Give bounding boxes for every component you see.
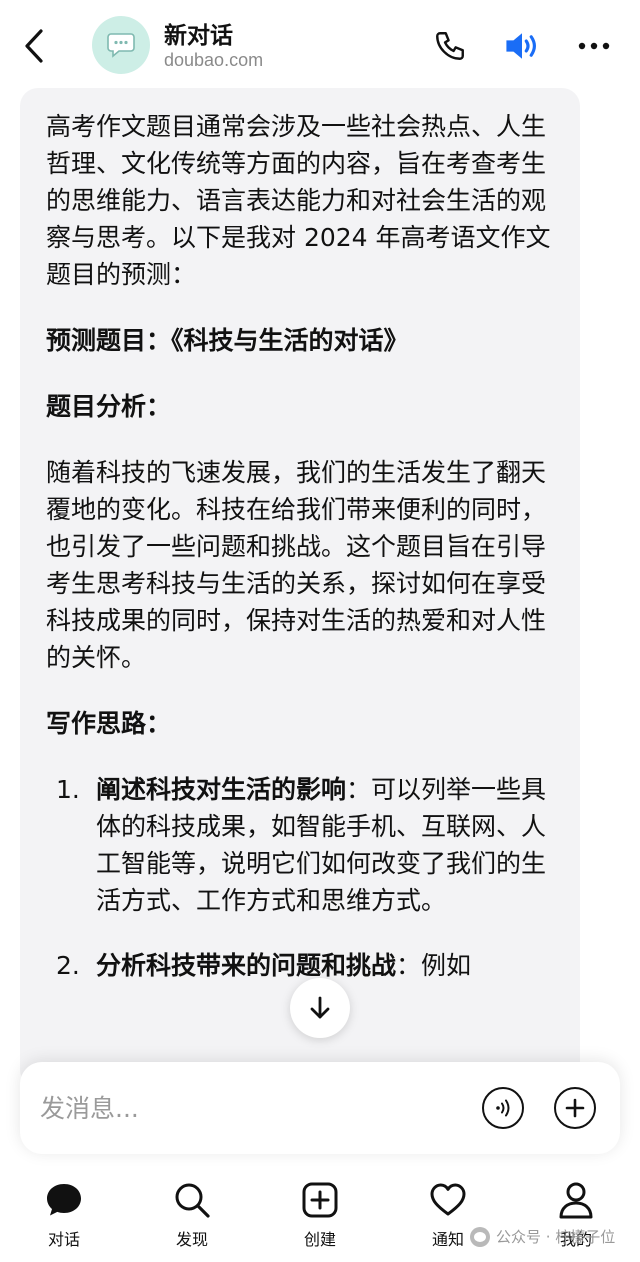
nav-item-discover[interactable]: 发现 — [152, 1176, 232, 1256]
list-item: 2. 分析科技带来的问题和挑战：例如 — [46, 947, 558, 984]
search-icon — [175, 1183, 210, 1218]
chat-icon — [47, 1184, 81, 1216]
plus-icon — [565, 1098, 585, 1118]
list-number: 2. — [56, 951, 80, 980]
intro-paragraph: 高考作文题目通常会涉及一些社会热点、人生哲理、文化传统等方面的内容，旨在考查考生… — [46, 112, 551, 289]
back-icon — [25, 29, 43, 63]
input-bar — [20, 1062, 620, 1154]
bottom-nav: 对话 发现 创建 通知 我的 — [0, 1170, 640, 1262]
scroll-down-button[interactable] — [290, 978, 350, 1038]
nav-label: 对话 — [47, 1230, 80, 1249]
message-input[interactable] — [40, 1086, 460, 1130]
arrow-down-icon — [310, 996, 330, 1019]
plus-square-icon — [302, 1182, 338, 1218]
more-button[interactable] — [574, 26, 614, 66]
voice-wave-icon — [496, 1099, 510, 1117]
back-button[interactable] — [14, 22, 54, 70]
point-title: 阐述科技对生活的影响 — [96, 775, 347, 804]
speaker-button[interactable] — [502, 26, 542, 66]
message-content: 高考作文题目通常会涉及一些社会热点、人生哲理、文化传统等方面的内容，旨在考查考生… — [46, 108, 558, 1012]
wechat-logo-icon — [470, 1226, 490, 1247]
watermark: 公众号 · 柠檬子位 — [470, 1226, 615, 1247]
heart-icon — [430, 1183, 466, 1216]
header: 新对话 doubao.com — [0, 0, 640, 88]
list-number: 1. — [56, 775, 80, 804]
nav-label: 发现 — [175, 1230, 208, 1249]
point-title: 分析科技带来的问题和挑战 — [96, 951, 397, 980]
nav-label: 创建 — [303, 1230, 336, 1249]
phone-button[interactable] — [430, 26, 470, 66]
user-icon — [559, 1182, 593, 1219]
avatar[interactable] — [92, 16, 150, 74]
list-item: 1. 阐述科技对生活的影响：可以列举一些具体的科技成果，如智能手机、互联网、人工… — [46, 771, 558, 919]
chat-bubble-icon — [107, 33, 135, 58]
point-text: ：例如 — [396, 951, 472, 980]
phone-icon — [436, 32, 464, 60]
message-bubble: 高考作文题目通常会涉及一些社会热点、人生哲理、文化传统等方面的内容，旨在考查考生… — [20, 88, 580, 1088]
more-icon — [578, 42, 610, 50]
approach-heading: 写作思路： — [46, 709, 172, 738]
analysis-heading: 题目分析： — [46, 392, 172, 421]
speaker-icon — [506, 33, 536, 59]
chat-title: 新对话 — [164, 23, 233, 49]
nav-item-chat[interactable]: 对话 — [24, 1176, 104, 1256]
topic-heading: 预测题目：《科技与生活的对话》 — [46, 326, 409, 355]
nav-item-create[interactable]: 创建 — [280, 1176, 360, 1256]
chat-subtitle: doubao.com — [164, 50, 264, 70]
analysis-paragraph: 随着科技的飞速发展，我们的生活发生了翻天覆地的变化。科技在给我们带来便利的同时，… — [46, 458, 547, 672]
watermark-text: 公众号 · 柠檬子位 — [496, 1228, 616, 1246]
approach-list: 1. 阐述科技对生活的影响：可以列举一些具体的科技成果，如智能手机、互联网、人工… — [46, 771, 558, 984]
add-button[interactable] — [554, 1087, 596, 1129]
voice-button[interactable] — [482, 1087, 524, 1129]
